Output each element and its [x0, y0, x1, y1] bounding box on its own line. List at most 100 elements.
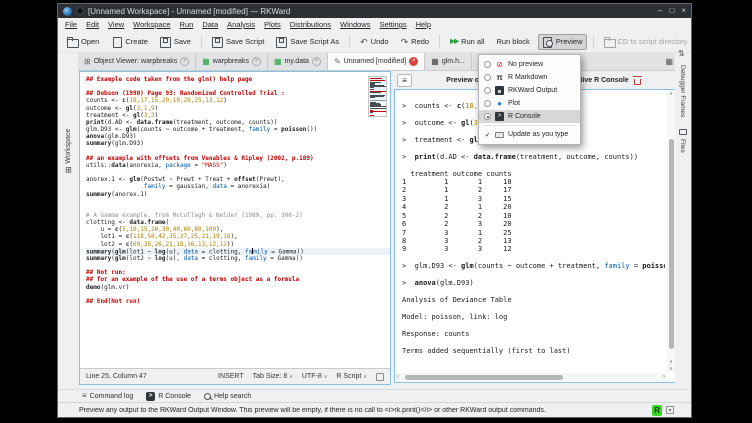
scroll-left-icon[interactable]: ‹ — [397, 373, 399, 381]
save-icon — [160, 37, 171, 47]
sidebar-tab-workspace[interactable]: ⊞ Workspace — [58, 109, 78, 193]
toolbar-separator — [593, 35, 594, 48]
code-line: ## Dobson (1990) Page 93: Randomized Con… — [86, 90, 390, 97]
menu-file[interactable]: File — [65, 20, 77, 29]
menu-settings[interactable]: Settings — [379, 20, 406, 29]
preview-dropdown-menu: ⊘No previewπR MarkdownRKWard Output●Plot… — [478, 54, 581, 145]
console-line: 4 2 1 20 — [402, 203, 665, 211]
filetype-dropdown[interactable]: R Script∨ — [336, 373, 367, 380]
menu-item-update-as-you-type[interactable]: ✓Update as you type — [479, 128, 580, 141]
menu-windows[interactable]: Windows — [340, 20, 370, 29]
right-dock-strip: ⇅ Debugger Frames Files — [675, 53, 691, 389]
code-area[interactable]: ## Example code taken from the glm() hel… — [80, 72, 390, 368]
statusbar: Preview any output to the RKWard Output … — [58, 402, 691, 417]
trash-icon[interactable] — [634, 76, 641, 85]
no-preview-icon: ⊘ — [495, 60, 504, 69]
scroll-right-icon[interactable]: › — [663, 373, 665, 381]
scroll-down-icon[interactable]: ∨ — [667, 366, 675, 372]
close-icon[interactable]: × — [180, 57, 189, 66]
close-button[interactable]: × — [681, 4, 686, 18]
tab-size-dropdown[interactable]: Tab Size: 8∨ — [253, 373, 293, 380]
window-menu-icon — [76, 7, 84, 15]
preview-button[interactable]: Preview — [538, 34, 587, 50]
menu-data[interactable]: Data — [202, 20, 218, 29]
console-line: 8 3 2 13 — [402, 237, 665, 245]
console-horizontal-scrollbar[interactable]: ‹ › — [396, 373, 666, 381]
toolbar-button-label: Run all — [461, 37, 484, 46]
create-button[interactable]: Create — [107, 34, 152, 50]
chevron-down-icon: ∨ — [324, 374, 328, 380]
close-icon[interactable]: × — [312, 57, 321, 66]
save-script-button[interactable]: Save Script — [208, 34, 268, 50]
menu-edit[interactable]: Edit — [86, 20, 99, 29]
run-block-button[interactable]: Run block — [492, 34, 533, 49]
maximize-button[interactable]: □ — [669, 4, 674, 18]
toolbar: Open CreateSave Save Script Save Script As ↶… — [58, 31, 691, 53]
save-button[interactable]: Save — [156, 34, 195, 50]
tab-object-viewer-warpbreaks[interactable]: ⊞Object Viewer: warpbreaks× — [78, 53, 196, 70]
console-line: 5 2 2 10 — [402, 212, 665, 220]
redo-icon: ↷ — [401, 37, 409, 47]
close-icon[interactable]: × — [252, 57, 261, 66]
toolview-help-search[interactable]: Help search — [204, 393, 251, 400]
tab-my-data[interactable]: ▦my.data× — [268, 53, 328, 70]
menu-analysis[interactable]: Analysis — [227, 20, 255, 29]
menu-run[interactable]: Run — [180, 20, 194, 29]
cd-to-script-directory-button[interactable]: CD to script directory — [600, 34, 692, 50]
toolview-label: Command log — [90, 393, 134, 400]
toolview-command-log[interactable]: ≡Command log — [82, 391, 133, 401]
toolbar-button-label: Save Script — [226, 37, 264, 46]
console-vertical-scrollbar[interactable]: ∧ ∧ ∨ — [667, 91, 675, 372]
object-viewer-icon: ⊞ — [84, 57, 91, 66]
menu-item-r-console[interactable]: >R Console — [479, 110, 580, 123]
tab-unnamed-modified[interactable]: ✎Unnamed [modified]× — [328, 53, 425, 70]
code-line: summary(anorex.1) — [86, 191, 390, 198]
menu-help[interactable]: Help — [416, 20, 431, 29]
scroll-up-icon[interactable]: ∧ — [667, 359, 675, 365]
code-line: # A Gamma example, from McCullagh & Neld… — [86, 212, 390, 219]
script-editor: ## Example code taken from the glm() hel… — [79, 71, 391, 385]
code-line: glm.D93 <- glm(counts ~ outcome + treatm… — [86, 126, 390, 133]
editor-settings-icon[interactable] — [376, 373, 384, 381]
menu-item-no-preview[interactable]: ⊘No preview — [479, 58, 580, 71]
save-script-as-button[interactable]: Save Script As — [272, 34, 343, 50]
horizontal-scroll-thumb[interactable] — [405, 375, 563, 380]
redo-button[interactable]: ↷Redo — [397, 34, 433, 50]
toolbar-button-label: Open — [81, 37, 99, 46]
menu-item-label: Update as you type — [508, 131, 568, 138]
menu-item-rkward-output[interactable]: RKWard Output — [479, 84, 580, 97]
code-line — [86, 83, 390, 90]
tab-warpbreaks[interactable]: ▦warpbreaks× — [196, 53, 268, 70]
menu-plots[interactable]: Plots — [264, 20, 281, 29]
sidebar-tab-files[interactable]: Files — [679, 139, 686, 153]
tab-label: glm.h... — [442, 58, 465, 65]
run-all-button[interactable]: ▶▶Run all — [446, 34, 488, 50]
toolview-r-console[interactable]: >R Console — [146, 392, 191, 401]
undo-button[interactable]: ↶Undo — [356, 34, 392, 50]
open-button[interactable]: Open — [63, 34, 103, 50]
menu-item-plot[interactable]: ●Plot — [479, 97, 580, 110]
menu-distributions[interactable]: Distributions — [290, 20, 331, 29]
save-as-icon — [276, 37, 287, 47]
encoding-dropdown[interactable]: UTF-8∨ — [302, 373, 328, 380]
console-line: Analysis of Deviance Table — [402, 296, 665, 304]
vertical-scroll-thumb[interactable] — [669, 139, 674, 349]
sidebar-tab-debugger-frames[interactable]: Debugger Frames — [679, 65, 686, 117]
console-line: 3 1 3 15 — [402, 195, 665, 203]
markdown-icon: π — [495, 73, 504, 82]
menu-item-r-markdown[interactable]: πR Markdown — [479, 71, 580, 84]
menu-view[interactable]: View — [108, 20, 124, 29]
scroll-up-icon[interactable]: ∧ — [667, 91, 675, 97]
minimize-button[interactable]: – — [658, 4, 662, 18]
code-line: summary(glm(lot2 ~ log(u), data = clotti… — [86, 255, 390, 262]
rkward-window: [Unnamed Workspace] - Unnamed [modified]… — [57, 3, 692, 418]
menu-workspace[interactable]: Workspace — [133, 20, 170, 29]
editor-minimap-scrollbar[interactable] — [368, 76, 387, 117]
toolview-label: R Console — [158, 393, 191, 400]
insert-mode-label[interactable]: INSERT — [218, 373, 244, 380]
swap-panes-icon[interactable]: ⇅ — [678, 49, 685, 58]
file-new-icon — [111, 37, 122, 47]
toolbar-separator — [201, 35, 202, 48]
tab-glm-h[interactable]: ▦glm.h... — [425, 53, 472, 70]
close-icon[interactable]: × — [409, 57, 418, 66]
